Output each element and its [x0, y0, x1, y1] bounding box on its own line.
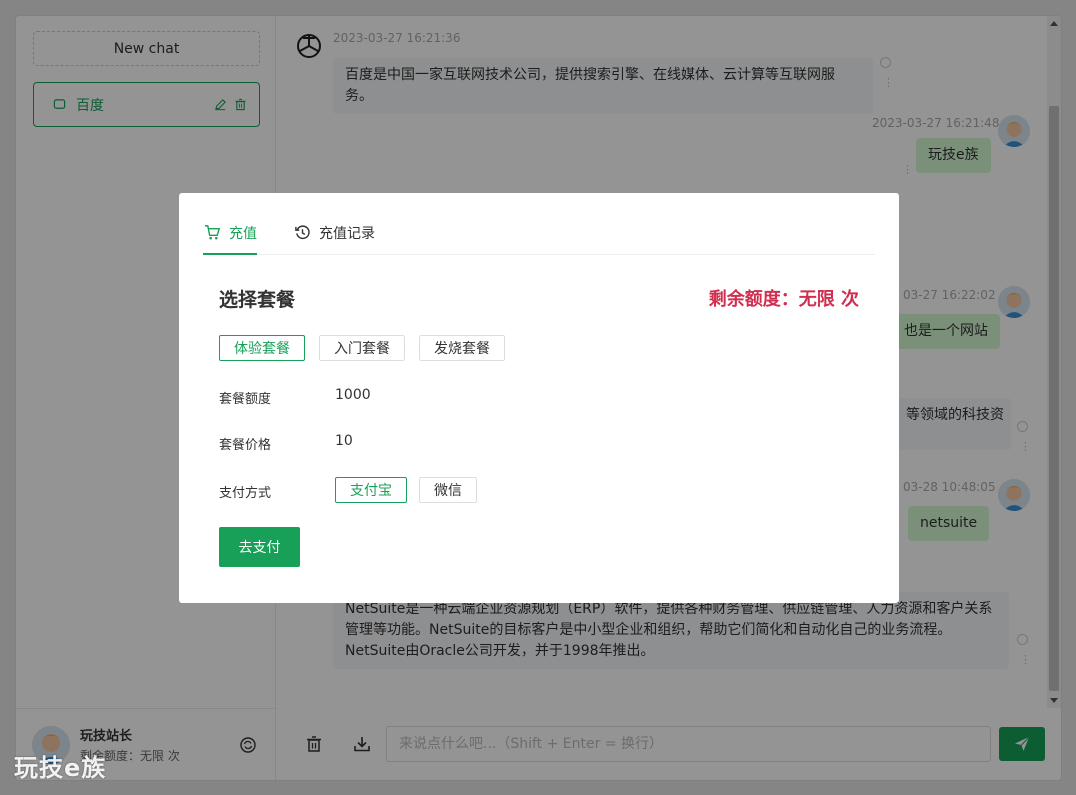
- go-pay-button[interactable]: 去支付: [219, 527, 300, 567]
- pay-method-options: 支付宝 微信: [335, 477, 489, 503]
- remaining-quota: 剩余额度：无限 次: [708, 289, 859, 310]
- package-options: 体验套餐 入门套餐 发烧套餐: [219, 335, 519, 361]
- watermark: 玩技e族: [14, 754, 107, 782]
- price-label: 套餐价格: [219, 438, 272, 453]
- package-trial-button[interactable]: 体验套餐: [219, 335, 305, 361]
- pay-wechat-button[interactable]: 微信: [419, 477, 477, 503]
- history-icon: [293, 223, 311, 241]
- pay-method-label: 支付方式: [219, 486, 272, 501]
- recharge-modal: 充值 充值记录 选择套餐 剩余额度：无限 次 体验套餐 入门套餐 发烧套餐 套餐…: [179, 193, 899, 603]
- section-title: 选择套餐: [219, 289, 296, 311]
- quota-label: 套餐额度: [219, 392, 272, 407]
- tab-history-label: 充值记录: [319, 226, 375, 242]
- package-starter-button[interactable]: 入门套餐: [319, 335, 405, 361]
- modal-tabs: 充值 充值记录: [203, 215, 875, 255]
- package-pro-button[interactable]: 发烧套餐: [419, 335, 505, 361]
- quota-value: 1000: [335, 387, 371, 403]
- price-value: 10: [335, 433, 353, 449]
- tab-recharge-label: 充值: [229, 226, 257, 242]
- tab-recharge[interactable]: 充值: [203, 215, 257, 255]
- cart-icon: [203, 223, 221, 241]
- pay-alipay-button[interactable]: 支付宝: [335, 477, 407, 503]
- tab-recharge-history[interactable]: 充值记录: [293, 215, 375, 255]
